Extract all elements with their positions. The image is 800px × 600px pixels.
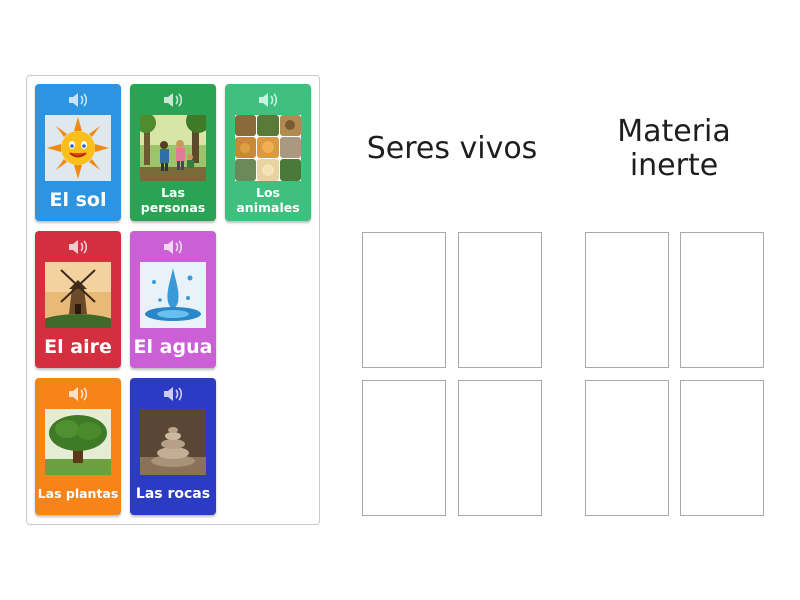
tree-image (45, 409, 111, 475)
card-las-personas[interactable]: Las personas (130, 84, 216, 221)
column-title-materia-inerte: Materia inerte (617, 114, 731, 183)
drop-slot-seres-vivos[interactable] (362, 380, 446, 516)
sun-image (45, 115, 111, 181)
windmill-image (45, 262, 111, 328)
speaker-icon[interactable] (67, 92, 89, 108)
card-label: Las rocas (135, 486, 211, 503)
card-las-plantas[interactable]: Las plantas (35, 378, 121, 515)
speaker-icon[interactable] (162, 92, 184, 108)
card-label: Las plantas (37, 486, 119, 502)
card-el-agua[interactable]: El agua (130, 231, 216, 368)
speaker-icon[interactable] (162, 239, 184, 255)
card-las-rocas[interactable]: Las rocas (130, 378, 216, 515)
column-title-seres-vivos: Seres vivos (366, 131, 538, 166)
card-label: El agua (133, 335, 213, 358)
speaker-icon[interactable] (257, 92, 279, 108)
drop-slot-materia-inerte[interactable] (585, 232, 669, 368)
card-el-sol[interactable]: El sol (35, 84, 121, 221)
sorting-activity: El sol Las personas Los animales El aire… (0, 0, 800, 600)
water-splash-image (140, 262, 206, 328)
card-los-animales[interactable]: Los animales (225, 84, 311, 221)
speaker-icon[interactable] (162, 386, 184, 402)
card-tray: El sol Las personas Los animales El aire… (26, 75, 320, 525)
speaker-icon[interactable] (67, 386, 89, 402)
rocks-image (140, 409, 206, 475)
card-label: Las personas (140, 185, 206, 215)
card-label: El sol (49, 188, 107, 211)
speaker-icon[interactable] (67, 239, 89, 255)
drop-slot-seres-vivos[interactable] (458, 232, 542, 368)
card-el-aire[interactable]: El aire (35, 231, 121, 368)
drop-slot-seres-vivos[interactable] (362, 232, 446, 368)
drop-slot-materia-inerte[interactable] (585, 380, 669, 516)
card-label: Los animales (236, 185, 300, 215)
drop-slot-seres-vivos[interactable] (458, 380, 542, 516)
animals-collage-image (235, 115, 301, 181)
card-label: El aire (44, 335, 112, 358)
drop-slot-materia-inerte[interactable] (680, 232, 764, 368)
drop-slot-materia-inerte[interactable] (680, 380, 764, 516)
people-image (140, 115, 206, 181)
